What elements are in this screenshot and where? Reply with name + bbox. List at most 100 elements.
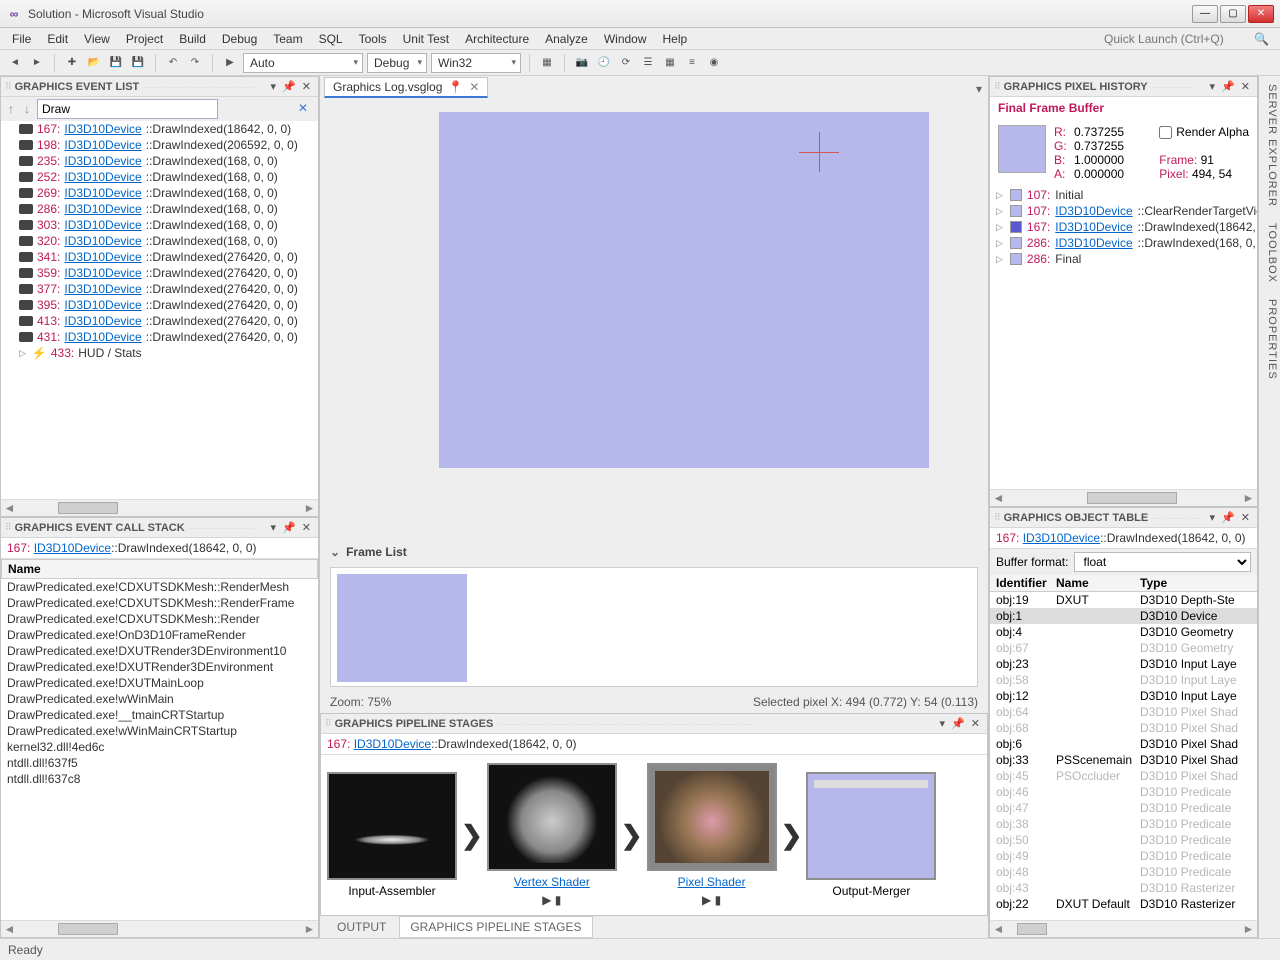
pin-icon[interactable]: 📌	[948, 717, 968, 730]
refresh-icon[interactable]: ⟳	[617, 54, 635, 72]
event-row[interactable]: 252: ID3D10Device::DrawIndexed(168, 0, 0…	[1, 169, 318, 185]
pixel-event-row[interactable]: ▷286: ID3D10Device::DrawIndexed(168, 0, …	[990, 235, 1257, 251]
stage-output-merger[interactable]: Output-Merger	[806, 772, 936, 898]
pin-icon[interactable]: 📌	[279, 521, 299, 534]
pixel-event-link[interactable]: ID3D10Device	[1055, 204, 1132, 218]
callstack-row[interactable]: ntdll.dll!637f5	[1, 755, 318, 771]
render-viewport[interactable]	[320, 98, 988, 541]
pixel-event-row[interactable]: ▷107: ID3D10Device::ClearRenderTargetVie…	[990, 203, 1257, 219]
tool-icon[interactable]: ▦	[538, 54, 556, 72]
object-row[interactable]: obj:46D3D10 Predicate	[990, 784, 1257, 800]
menu-sql[interactable]: SQL	[313, 30, 349, 48]
pixel-event-link[interactable]: ID3D10Device	[1055, 236, 1132, 250]
object-row[interactable]: obj:38D3D10 Predicate	[990, 816, 1257, 832]
callstack-row[interactable]: ntdll.dll!637c8	[1, 771, 318, 787]
undo-button[interactable]: ↶	[164, 54, 182, 72]
event-link[interactable]: ID3D10Device	[64, 266, 141, 280]
callstack-row[interactable]: DrawPredicated.exe!OnD3D10FrameRender	[1, 627, 318, 643]
pixel-event-row[interactable]: ▷286: Final	[990, 251, 1257, 267]
start-button[interactable]: ▶	[221, 54, 239, 72]
stack-icon[interactable]: ≡	[683, 54, 701, 72]
tab-server-explorer[interactable]: SERVER EXPLORER	[1259, 76, 1280, 215]
event-row[interactable]: 413: ID3D10Device::DrawIndexed(276420, 0…	[1, 313, 318, 329]
expand-icon[interactable]: ▷	[996, 254, 1003, 265]
callstack-body[interactable]: Name DrawPredicated.exe!CDXUTSDKMesh::Re…	[1, 559, 318, 920]
expand-icon[interactable]: ▷	[996, 206, 1003, 217]
dropdown-icon[interactable]: ▾	[268, 80, 280, 93]
object-row[interactable]: obj:6D3D10 Pixel Shad	[990, 736, 1257, 752]
object-row[interactable]: obj:47D3D10 Predicate	[990, 800, 1257, 816]
close-icon[interactable]: ✕	[469, 80, 479, 94]
clear-icon[interactable]: ✕	[298, 101, 308, 115]
search-icon[interactable]: 🔍	[1254, 32, 1269, 46]
callstack-row[interactable]: DrawPredicated.exe!__tmainCRTStartup	[1, 707, 318, 723]
object-table-body[interactable]: obj:19DXUTD3D10 Depth-Steobj:1D3D10 Devi…	[990, 592, 1257, 920]
stage-pixel-shader[interactable]: Pixel Shader ▶ ▮	[647, 763, 777, 907]
event-row[interactable]: 320: ID3D10Device::DrawIndexed(168, 0, 0…	[1, 233, 318, 249]
callstack-row[interactable]: DrawPredicated.exe!DXUTRender3DEnvironme…	[1, 643, 318, 659]
render-alpha-checkbox[interactable]: Render Alpha	[1159, 125, 1249, 139]
menu-team[interactable]: Team	[267, 30, 308, 48]
pin-icon[interactable]: 📌	[1218, 80, 1238, 93]
list-icon[interactable]: ☰	[639, 54, 657, 72]
callstack-row[interactable]: DrawPredicated.exe!CDXUTSDKMesh::RenderM…	[1, 579, 318, 595]
object-row[interactable]: obj:1D3D10 Device	[990, 608, 1257, 624]
quick-launch[interactable]: 🔍	[1099, 30, 1274, 48]
buffer-format-select[interactable]: float	[1074, 552, 1251, 572]
down-arrow-icon[interactable]: ↓	[21, 102, 33, 116]
event-row[interactable]: 303: ID3D10Device::DrawIndexed(168, 0, 0…	[1, 217, 318, 233]
play-icon[interactable]: ▶ ▮	[702, 893, 721, 907]
menu-debug[interactable]: Debug	[216, 30, 263, 48]
close-icon[interactable]: ✕	[299, 80, 314, 93]
close-icon[interactable]: ✕	[1238, 80, 1253, 93]
open-button[interactable]: 📂	[85, 54, 103, 72]
callstack-ref-link[interactable]: ID3D10Device	[34, 541, 111, 555]
pipeline-ref-link[interactable]: ID3D10Device	[354, 737, 431, 751]
callstack-row[interactable]: DrawPredicated.exe!DXUTMainLoop	[1, 675, 318, 691]
dropdown-icon[interactable]: ▾	[1207, 511, 1219, 524]
event-link[interactable]: ID3D10Device	[64, 154, 141, 168]
event-link[interactable]: ID3D10Device	[64, 138, 141, 152]
event-link[interactable]: ID3D10Device	[64, 330, 141, 344]
camera-icon[interactable]: 📷	[573, 54, 591, 72]
close-icon[interactable]: ✕	[1238, 511, 1253, 524]
event-row[interactable]: 359: ID3D10Device::DrawIndexed(276420, 0…	[1, 265, 318, 281]
expand-icon[interactable]: ▷	[19, 348, 26, 359]
menu-build[interactable]: Build	[173, 30, 212, 48]
callstack-row[interactable]: DrawPredicated.exe!DXUTRender3DEnvironme…	[1, 659, 318, 675]
object-row[interactable]: obj:23D3D10 Input Laye	[990, 656, 1257, 672]
expand-icon[interactable]: ▷	[996, 238, 1003, 249]
stage-vertex-shader[interactable]: Vertex Shader ▶ ▮	[487, 763, 617, 907]
object-row[interactable]: obj:50D3D10 Predicate	[990, 832, 1257, 848]
menu-window[interactable]: Window	[598, 30, 653, 48]
frame-list-header[interactable]: ⌄Frame List	[320, 541, 988, 563]
callstack-row[interactable]: DrawPredicated.exe!CDXUTSDKMesh::RenderF…	[1, 595, 318, 611]
document-tab[interactable]: Graphics Log.vsglog 📍 ✕	[324, 77, 488, 98]
callstack-row[interactable]: DrawPredicated.exe!CDXUTSDKMesh::Render	[1, 611, 318, 627]
object-row[interactable]: obj:49D3D10 Predicate	[990, 848, 1257, 864]
event-row[interactable]: ▷⚡ 433: HUD / Stats	[1, 345, 318, 361]
tab-pipeline[interactable]: GRAPHICS PIPELINE STAGES	[399, 916, 592, 938]
minimize-button[interactable]: —	[1192, 5, 1218, 23]
event-list-body[interactable]: 167: ID3D10Device::DrawIndexed(18642, 0,…	[1, 121, 318, 499]
tab-dropdown-icon[interactable]: ▾	[970, 80, 988, 98]
event-row[interactable]: 395: ID3D10Device::DrawIndexed(276420, 0…	[1, 297, 318, 313]
tab-toolbox[interactable]: TOOLBOX	[1259, 215, 1280, 291]
callstack-row[interactable]: DrawPredicated.exe!wWinMain	[1, 691, 318, 707]
object-row[interactable]: obj:12D3D10 Input Laye	[990, 688, 1257, 704]
object-ref-link[interactable]: ID3D10Device	[1023, 531, 1100, 545]
close-icon[interactable]: ✕	[968, 717, 983, 730]
object-row[interactable]: obj:33PSScenemainD3D10 Pixel Shad	[990, 752, 1257, 768]
event-link[interactable]: ID3D10Device	[64, 314, 141, 328]
menu-help[interactable]: Help	[657, 30, 694, 48]
object-row[interactable]: obj:58D3D10 Input Laye	[990, 672, 1257, 688]
object-row[interactable]: obj:48D3D10 Predicate	[990, 864, 1257, 880]
event-link[interactable]: ID3D10Device	[64, 218, 141, 232]
pixel-event-row[interactable]: ▷167: ID3D10Device::DrawIndexed(18642, 0…	[990, 219, 1257, 235]
up-arrow-icon[interactable]: ↑	[5, 102, 17, 116]
callstack-row[interactable]: kernel32.dll!4ed6c	[1, 739, 318, 755]
event-link[interactable]: ID3D10Device	[64, 186, 141, 200]
event-link[interactable]: ID3D10Device	[64, 234, 141, 248]
expand-icon[interactable]: ▷	[996, 190, 1003, 201]
expand-icon[interactable]: ▷	[996, 222, 1003, 233]
